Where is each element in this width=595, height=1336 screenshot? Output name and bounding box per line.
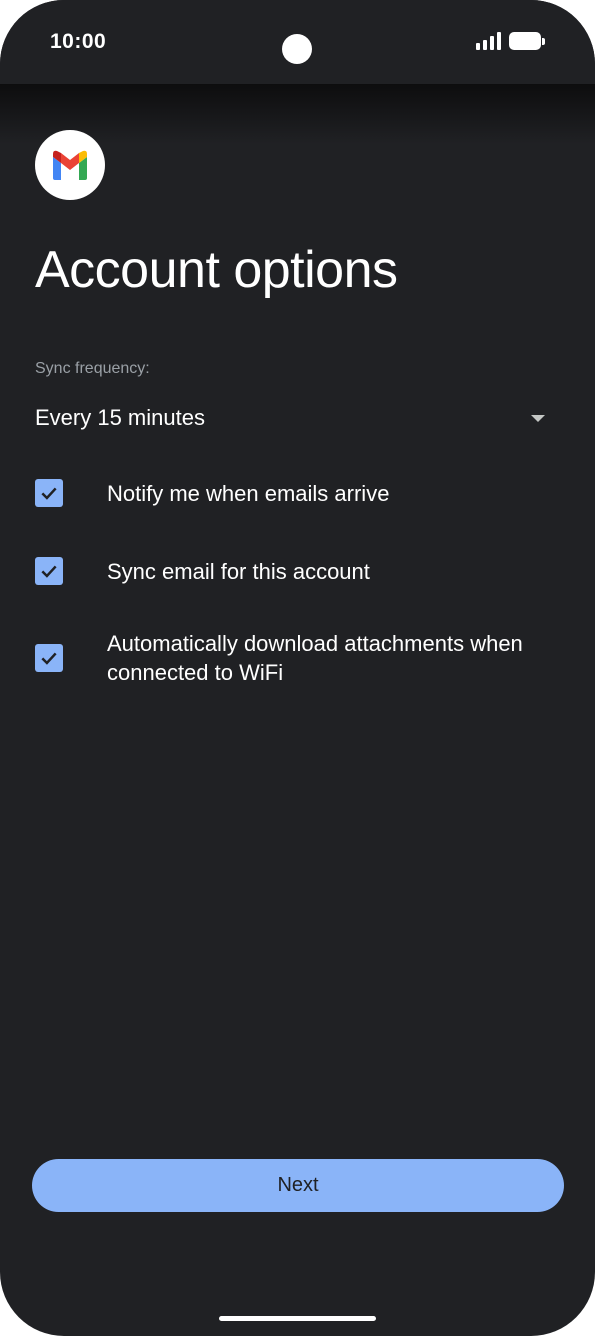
gmail-logo-icon bbox=[35, 130, 105, 200]
check-icon bbox=[41, 487, 57, 500]
home-indicator[interactable] bbox=[219, 1316, 376, 1321]
sync-frequency-dropdown[interactable]: Every 15 minutes bbox=[35, 398, 555, 438]
front-camera bbox=[282, 34, 312, 64]
notify-checkbox[interactable] bbox=[35, 479, 63, 507]
sync-frequency-label: Sync frequency: bbox=[35, 360, 150, 377]
auto-download-checkbox[interactable] bbox=[35, 644, 63, 672]
sync-email-checkbox[interactable] bbox=[35, 557, 63, 585]
check-icon bbox=[41, 652, 57, 665]
dropdown-arrow-icon bbox=[531, 414, 545, 422]
next-button[interactable]: Next bbox=[32, 1159, 564, 1212]
page-title: Account options bbox=[35, 241, 398, 299]
status-time: 10:00 bbox=[50, 30, 107, 53]
sync-email-label: Sync email for this account bbox=[107, 558, 370, 584]
notify-option[interactable]: Notify me when emails arrive bbox=[35, 478, 565, 508]
auto-download-option[interactable]: Automatically download attachments when … bbox=[35, 628, 565, 688]
status-icons bbox=[476, 32, 545, 50]
sync-email-option[interactable]: Sync email for this account bbox=[35, 556, 565, 586]
check-icon bbox=[41, 565, 57, 578]
phone-screen: 10:00 Account options Sync frequency: Ev… bbox=[0, 0, 595, 1336]
signal-icon bbox=[476, 32, 501, 50]
auto-download-label: Automatically download attachments when … bbox=[107, 631, 523, 685]
sync-frequency-value: Every 15 minutes bbox=[35, 405, 205, 430]
battery-icon bbox=[509, 32, 545, 50]
status-bar: 10:00 bbox=[0, 0, 595, 84]
notify-label: Notify me when emails arrive bbox=[107, 480, 390, 506]
